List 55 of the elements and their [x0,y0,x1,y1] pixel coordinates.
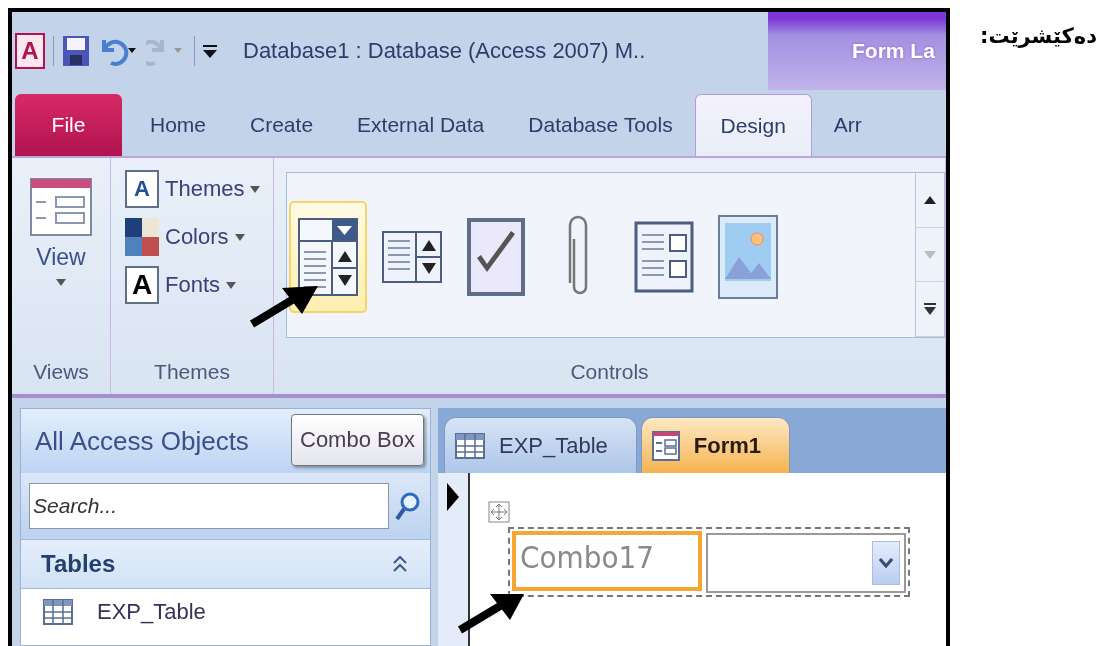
theme-menu-button[interactable]: A Themes [125,170,261,208]
move-handle-icon[interactable] [488,501,510,523]
up-arrow-icon [924,195,936,204]
record-selector-icon [447,483,459,511]
more-icon [924,303,936,316]
search-icon[interactable] [395,491,421,521]
dropdown-button[interactable] [872,541,900,585]
form-view-icon [30,178,92,236]
form-icon [651,430,680,461]
table-icon [455,432,485,459]
nav-group-header[interactable]: Tables [21,539,430,589]
combo-box-icon [298,218,358,296]
theme-menu-button[interactable]: Colors [125,218,261,256]
control-tool-button[interactable] [289,201,367,313]
group-label: Views [32,359,90,385]
tooltip: Combo Box [291,414,424,466]
caret-icon [226,281,237,289]
app-logo: A [15,33,45,69]
font-icon: A [125,266,159,304]
group-label: Controls [569,359,650,385]
ribbon-tab[interactable]: Arr [811,94,884,156]
ribbon-tab[interactable]: Database Tools [506,94,695,156]
ribbon-tab[interactable]: Create [228,94,336,156]
collapse-icon [392,554,408,574]
ribbon-tab[interactable]: Design [694,94,812,156]
search-field[interactable]: Search... [29,483,389,529]
theme-menu-button[interactable]: A Fonts [125,266,261,304]
contextual-tab-header: Form La [768,12,946,90]
chevron-down-icon [879,558,893,568]
color-swatch-icon [125,218,159,256]
caption: دەکێشرێت: [980,24,1097,48]
navigation-title: All Access Objects [35,425,249,457]
caret-icon [250,185,261,193]
table-icon [43,599,73,625]
document-tab[interactable]: EXP_Table [444,417,637,473]
ribbon-tab[interactable]: External Data [335,94,507,156]
customize-toolbar-icon[interactable] [203,43,217,59]
view-button[interactable]: View [12,158,110,350]
save-icon[interactable] [62,35,90,67]
subform-icon [634,221,694,293]
caret-icon [234,233,245,241]
file-tab[interactable]: File [15,94,122,156]
ribbon-tab[interactable]: Home [128,94,229,156]
nav-item[interactable]: EXP_Table [21,589,430,635]
image-icon [718,215,778,299]
list-box-icon [382,231,442,283]
combo-box-field[interactable] [706,533,906,593]
arrow-icon [248,284,320,328]
caret-icon [56,279,66,286]
document-tab[interactable]: Form1 [640,417,791,473]
theme-icon: A [125,170,159,208]
down-arrow-icon [924,250,936,259]
group-label: Themes [153,359,231,385]
window-title: Database1 : Database (Access 2007) M.. [243,38,646,64]
check-box-icon [467,218,525,296]
